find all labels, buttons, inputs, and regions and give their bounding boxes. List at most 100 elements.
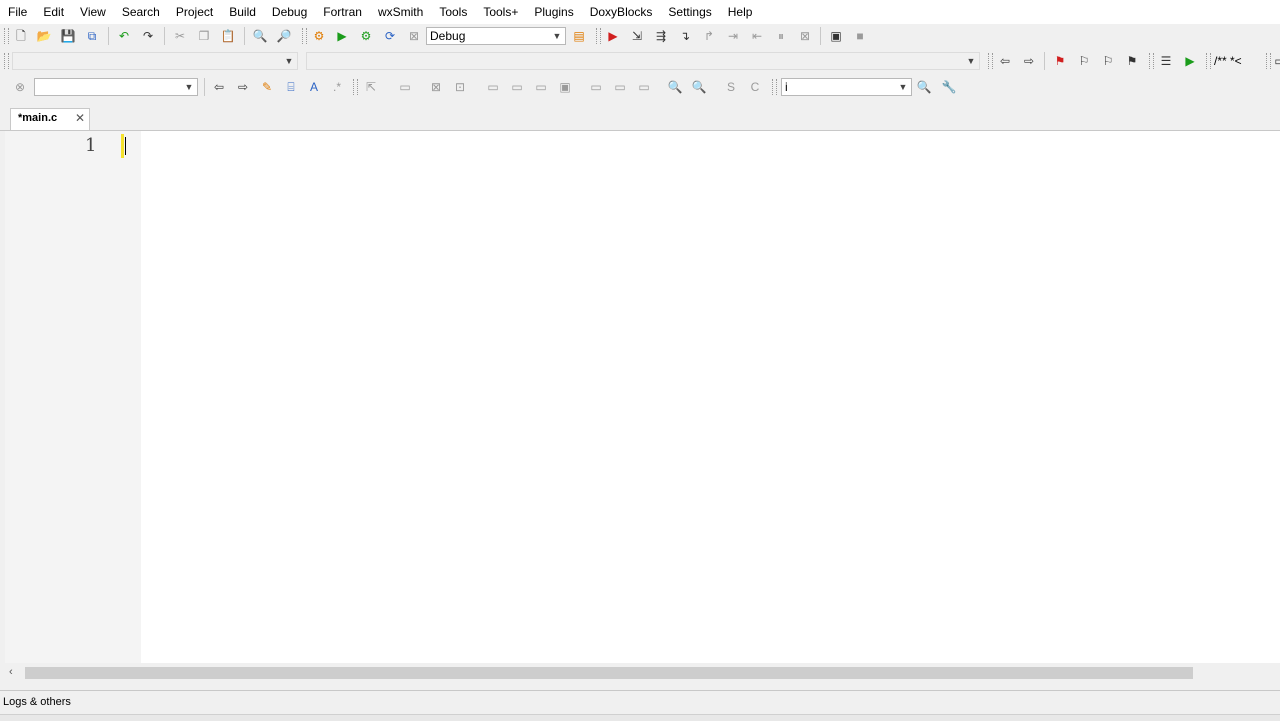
- toolbar-grip[interactable]: [1206, 53, 1211, 69]
- navigate-forward-icon[interactable]: ⇨: [235, 79, 251, 95]
- layout-top-icon[interactable]: ▭: [485, 79, 501, 95]
- build-options-icon[interactable]: ▤: [571, 28, 587, 44]
- rebuild-icon[interactable]: ⟳: [382, 28, 398, 44]
- extract-documentation-icon[interactable]: ▶: [1182, 53, 1198, 69]
- toolbar-grip[interactable]: [302, 28, 307, 44]
- jump-forward-icon[interactable]: ⇨: [1021, 53, 1037, 69]
- overflow-icon[interactable]: ▭: [1272, 53, 1280, 69]
- menu-build[interactable]: Build: [221, 0, 264, 24]
- next-instruction-icon[interactable]: ⇥: [725, 28, 741, 44]
- layout-fill-icon[interactable]: ▣: [557, 79, 573, 95]
- build-gear-icon[interactable]: ⚙: [311, 28, 327, 44]
- tab-main-c[interactable]: *main.c ✕: [10, 108, 90, 130]
- toolbar-grip[interactable]: [4, 53, 9, 69]
- build-and-run-icon[interactable]: ⚙: [358, 28, 374, 44]
- navigate-back-icon[interactable]: ⇦: [211, 79, 227, 95]
- jump-back-icon[interactable]: ⇦: [997, 53, 1013, 69]
- code-completion-symbol-select[interactable]: i ▼: [781, 78, 912, 96]
- toolbar-grip[interactable]: [988, 53, 993, 69]
- close-icon[interactable]: ✕: [75, 111, 85, 125]
- undo-icon[interactable]: ↶: [116, 28, 132, 44]
- code-completion-scope-select[interactable]: ▼: [34, 78, 198, 96]
- menu-tools[interactable]: Tools: [431, 0, 475, 24]
- clear-bookmarks-icon[interactable]: ⚑: [1124, 53, 1140, 69]
- debugging-windows-icon[interactable]: ▣: [828, 28, 844, 44]
- menu-debug[interactable]: Debug: [264, 0, 315, 24]
- highlight-pen-icon[interactable]: ✎: [259, 79, 275, 95]
- run-icon[interactable]: ▶: [334, 28, 350, 44]
- previous-bookmark-icon[interactable]: ⚐: [1076, 53, 1092, 69]
- step-into-icon[interactable]: ↴: [677, 28, 693, 44]
- align-left-icon[interactable]: ▭: [588, 79, 604, 95]
- search-symbol-icon[interactable]: 🔍: [916, 79, 932, 95]
- empty-disabled-select[interactable]: ▼: [12, 52, 298, 70]
- step-out-icon[interactable]: ↱: [701, 28, 717, 44]
- format-icon[interactable]: ⌸: [283, 79, 299, 95]
- next-bookmark-icon[interactable]: ⚐: [1100, 53, 1116, 69]
- scrollbar-thumb[interactable]: [25, 667, 1193, 679]
- next-line-icon[interactable]: ⇶: [653, 28, 669, 44]
- align-center-icon[interactable]: ▭: [612, 79, 628, 95]
- copy-icon[interactable]: ❐: [196, 28, 212, 44]
- stop-debugger-icon[interactable]: ⊠: [797, 28, 813, 44]
- doxywizard-icon[interactable]: ☰: [1158, 53, 1174, 69]
- zoom-in-icon[interactable]: 🔍: [667, 79, 683, 95]
- debug-info-icon[interactable]: ■: [852, 28, 868, 44]
- menu-file[interactable]: File: [0, 0, 35, 24]
- menu-settings[interactable]: Settings: [660, 0, 719, 24]
- cut-icon[interactable]: ✂: [172, 28, 188, 44]
- menu-doxyblocks[interactable]: DoxyBlocks: [582, 0, 661, 24]
- separator: [1044, 52, 1045, 70]
- menu-help[interactable]: Help: [720, 0, 761, 24]
- clear-icon[interactable]: ⊗: [12, 79, 28, 95]
- code-editor[interactable]: 1: [5, 131, 1280, 663]
- pause-icon[interactable]: ⏸: [773, 28, 789, 44]
- c-symbol-icon[interactable]: C: [747, 79, 763, 95]
- toolbar-grip[interactable]: [772, 79, 777, 95]
- spell-check-icon[interactable]: A: [306, 79, 322, 95]
- doxyblocks-comment-label[interactable]: /** *<: [1214, 54, 1242, 68]
- strike-icon[interactable]: S: [723, 79, 739, 95]
- menu-project[interactable]: Project: [168, 0, 221, 24]
- debug-start-icon[interactable]: ▶: [605, 28, 621, 44]
- logs-panel-title[interactable]: Logs & others: [3, 696, 71, 708]
- empty-disabled-select-2[interactable]: ▼: [306, 52, 980, 70]
- layout-bottom-icon[interactable]: ▭: [533, 79, 549, 95]
- zoom-out-icon[interactable]: 🔍: [691, 79, 707, 95]
- image-icon[interactable]: ⊠: [428, 79, 444, 95]
- menu-fortran[interactable]: Fortran: [315, 0, 370, 24]
- toolbar-grip[interactable]: [4, 28, 9, 44]
- block-icon[interactable]: ▭: [397, 79, 413, 95]
- new-file-icon[interactable]: 🗋: [13, 28, 29, 44]
- menu-search[interactable]: Search: [114, 0, 168, 24]
- toolbar-grip[interactable]: [596, 28, 601, 44]
- menu-view[interactable]: View: [72, 0, 114, 24]
- toolbar-grip[interactable]: [1266, 53, 1271, 69]
- save-icon[interactable]: 💾: [60, 28, 76, 44]
- menu-tools-plus[interactable]: Tools+: [475, 0, 526, 24]
- abort-icon[interactable]: ⊠: [406, 28, 422, 44]
- find-icon[interactable]: 🔍: [252, 28, 268, 44]
- text-frame-icon[interactable]: ⊡: [452, 79, 468, 95]
- toolbar-grip[interactable]: [1149, 53, 1154, 69]
- menu-plugins[interactable]: Plugins: [526, 0, 581, 24]
- paste-icon[interactable]: 📋: [220, 28, 236, 44]
- toggle-bookmark-icon[interactable]: ⚑: [1052, 53, 1068, 69]
- save-all-icon[interactable]: ⧉: [84, 28, 100, 44]
- open-file-icon[interactable]: 📂: [36, 28, 52, 44]
- menu-wxsmith[interactable]: wxSmith: [370, 0, 431, 24]
- regex-icon[interactable]: .*: [329, 79, 345, 95]
- toolbar-grip[interactable]: [353, 79, 358, 95]
- align-right-icon[interactable]: ▭: [636, 79, 652, 95]
- layout-middle-icon[interactable]: ▭: [509, 79, 525, 95]
- build-target-select[interactable]: Debug ▼: [426, 27, 566, 45]
- scroll-left-icon[interactable]: ‹: [9, 666, 13, 678]
- wrench-icon[interactable]: 🔧: [941, 79, 957, 95]
- select-pointer-icon[interactable]: ⇱: [363, 79, 379, 95]
- redo-icon[interactable]: ↷: [140, 28, 156, 44]
- menu-edit[interactable]: Edit: [35, 0, 72, 24]
- run-to-cursor-icon[interactable]: ⇲: [629, 28, 645, 44]
- horizontal-scrollbar[interactable]: ‹: [5, 664, 1280, 682]
- replace-icon[interactable]: 🔎: [276, 28, 292, 44]
- step-into-instruction-icon[interactable]: ⇤: [749, 28, 765, 44]
